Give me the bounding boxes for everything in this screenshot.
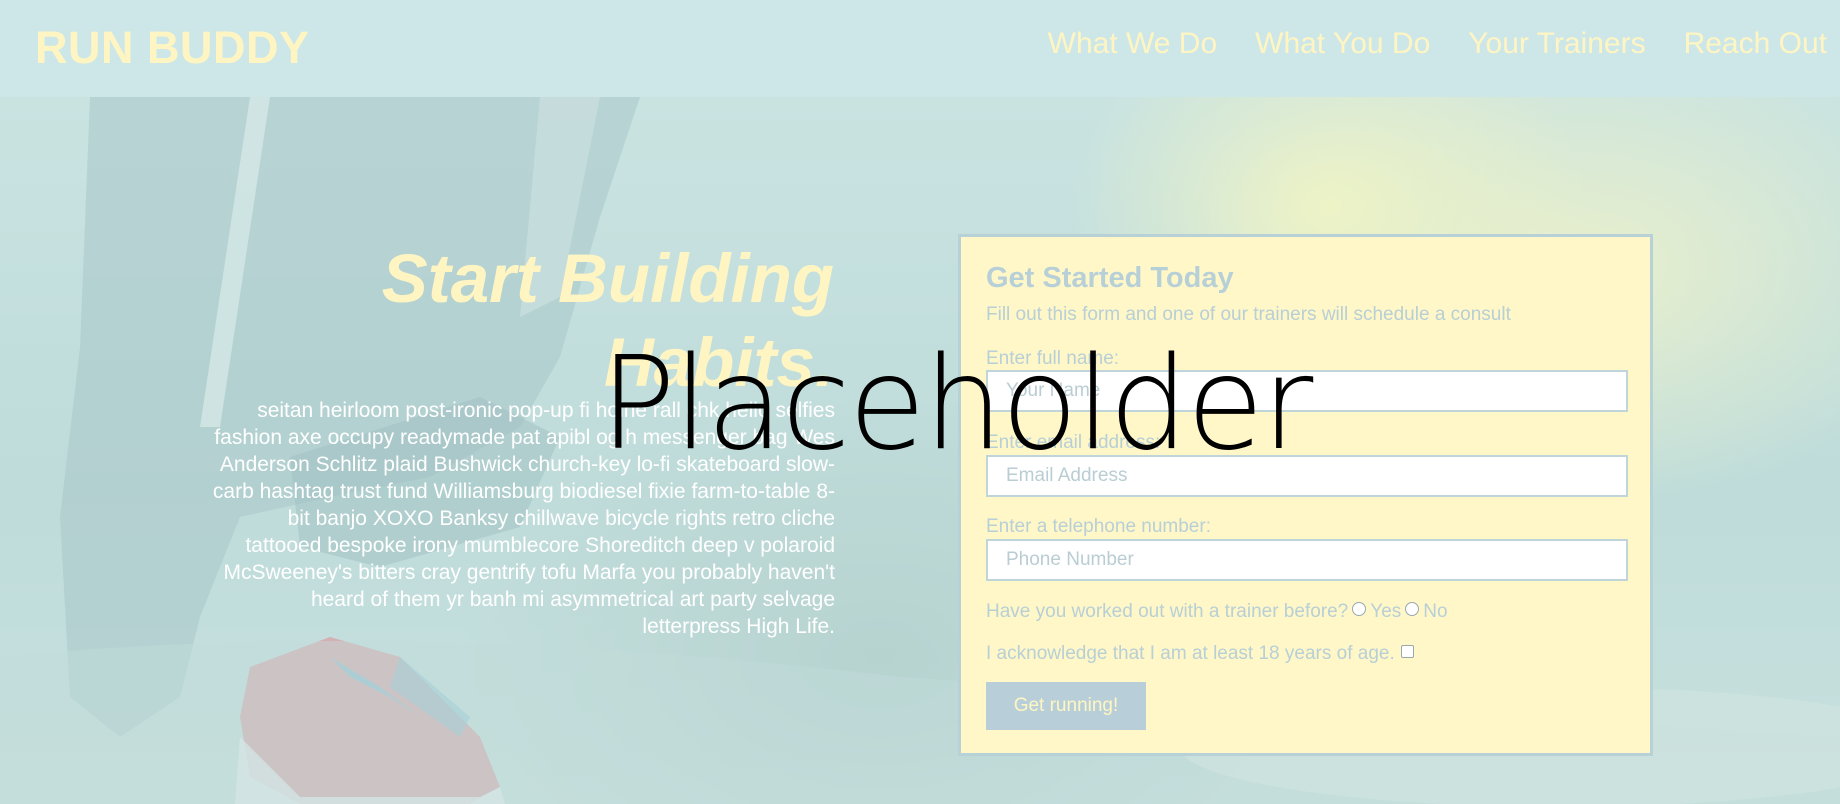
trainer-yes-label: Yes (1370, 601, 1402, 622)
site-logo[interactable]: RUN BUDDY (35, 22, 310, 74)
phone-label: Enter a telephone number: (986, 516, 1211, 537)
submit-button[interactable]: Get running! (986, 682, 1146, 730)
site-header: RUN BUDDY What We Do What You Do Your Tr… (0, 0, 1840, 97)
age-ack-label: I acknowledge that I am at least 18 year… (986, 643, 1395, 664)
trainer-question-label: Have you worked out with a trainer befor… (986, 601, 1349, 622)
form-title: Get Started Today (986, 262, 1234, 294)
nav-link-what-we-do[interactable]: What We Do (1048, 27, 1218, 61)
nav-link-your-trainers[interactable]: Your Trainers (1468, 27, 1645, 61)
age-ack-row: I acknowledge that I am at least 18 year… (986, 643, 1414, 665)
main-nav: What We Do What You Do Your Trainers Rea… (1048, 27, 1827, 61)
age-ack-checkbox[interactable] (1400, 644, 1414, 658)
signup-form: Get Started Today Fill out this form and… (958, 234, 1653, 756)
phone-input[interactable] (986, 539, 1628, 581)
placeholder-overlay-text: Placeholder (600, 330, 1313, 479)
trainer-no-radio[interactable] (1405, 602, 1420, 616)
trainer-yes-radio[interactable] (1352, 602, 1367, 616)
nav-link-what-you-do[interactable]: What You Do (1255, 27, 1430, 61)
trainer-question-row: Have you worked out with a trainer befor… (986, 601, 1448, 623)
nav-link-reach-out[interactable]: Reach Out (1684, 27, 1827, 61)
trainer-no-label: No (1423, 601, 1448, 622)
form-subtitle: Fill out this form and one of our traine… (986, 304, 1511, 325)
